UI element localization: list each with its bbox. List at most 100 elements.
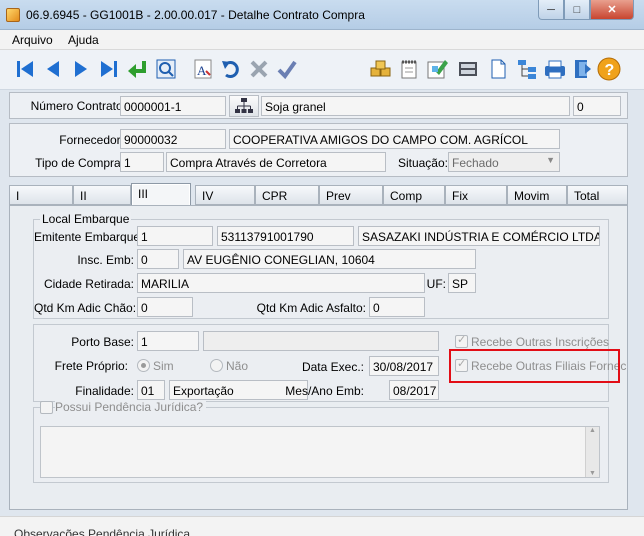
toolbar: A ?: [0, 50, 644, 90]
menu-ajuda[interactable]: Ajuda: [68, 33, 99, 47]
insc-emb-field[interactable]: 0: [137, 249, 179, 269]
tab-ii[interactable]: II: [73, 185, 131, 205]
mes-ano-label: Mes/Ano Emb:: [285, 384, 364, 398]
close-button[interactable]: ✕: [590, 0, 634, 20]
edit-icon[interactable]: [424, 56, 450, 82]
emitente-code-field[interactable]: 1: [137, 226, 213, 246]
data-exec-field[interactable]: 30/08/2017: [369, 356, 439, 376]
frete-sim-radio[interactable]: [137, 359, 150, 372]
pendencia-checkbox[interactable]: [40, 401, 53, 414]
help-icon[interactable]: ?: [596, 56, 622, 82]
pendencia-group: Possui Pendência Jurídica? ▲ ▼: [33, 400, 609, 483]
tab-fix[interactable]: Fix: [445, 185, 507, 205]
recebe-inscricoes-checkbox[interactable]: [455, 333, 468, 348]
uf-label: UF:: [426, 277, 446, 291]
tab-prev[interactable]: Prev: [319, 185, 383, 205]
svg-text:A: A: [197, 63, 207, 78]
status-text: Observações Pendência Jurídica: [14, 527, 191, 536]
mes-ano-field[interactable]: 08/2017: [389, 380, 439, 400]
insc-emb-label: Insc. Emb:: [77, 253, 134, 267]
tipo-compra-code-field[interactable]: 1: [120, 152, 164, 172]
tab-comp[interactable]: Comp: [383, 185, 445, 205]
goto-icon[interactable]: [125, 56, 151, 82]
frete-nao-radio[interactable]: [210, 359, 223, 372]
prev-icon[interactable]: [40, 56, 66, 82]
scrollbar[interactable]: ▲ ▼: [585, 427, 599, 477]
data-exec-label: Data Exec.:: [301, 360, 364, 374]
porto-code-field[interactable]: 1: [137, 331, 199, 351]
app-icon: [6, 8, 20, 22]
tab-movim[interactable]: Movim: [507, 185, 567, 205]
font-icon[interactable]: A: [190, 56, 216, 82]
document-icon[interactable]: [485, 56, 511, 82]
first-icon[interactable]: [12, 56, 38, 82]
scroll-up-icon[interactable]: ▲: [589, 427, 596, 434]
frete-proprio-label: Frete Próprio:: [54, 359, 128, 373]
contract-number-field[interactable]: 0000001-1: [120, 96, 226, 116]
porto-desc-field[interactable]: [203, 331, 439, 351]
chevron-down-icon: ▼: [546, 155, 555, 165]
version-field[interactable]: 0: [573, 96, 621, 116]
emitente-name-field[interactable]: SASAZAKI INDÚSTRIA E COMÉRCIO LTDA AÇÃO: [358, 226, 600, 246]
device-icon[interactable]: [455, 56, 481, 82]
print-icon[interactable]: [542, 56, 568, 82]
cidade-field[interactable]: MARILIA: [137, 273, 425, 293]
exit-icon[interactable]: [569, 56, 595, 82]
menu-arquivo[interactable]: Arquivo: [12, 33, 53, 47]
fornecedor-name-field[interactable]: COOPERATIVA AMIGOS DO CAMPO COM. AGRÍCOL: [229, 129, 560, 149]
finalidade-label: Finalidade:: [75, 384, 134, 398]
tab-iv[interactable]: IV: [195, 185, 255, 205]
km-chao-label: Qtd Km Adic Chão:: [34, 301, 137, 315]
cidade-label: Cidade Retirada:: [43, 277, 134, 291]
tipo-compra-label: Tipo de Compra:: [35, 156, 124, 170]
km-chao-field[interactable]: 0: [137, 297, 193, 317]
local-embarque-group: Local Embarque Emitente Embarque: 1 5311…: [33, 212, 609, 319]
maximize-button[interactable]: □: [564, 0, 590, 20]
tab-i[interactable]: I: [9, 185, 73, 205]
search-icon[interactable]: [153, 56, 179, 82]
scroll-down-icon[interactable]: ▼: [589, 470, 596, 477]
endereco-field[interactable]: AV EUGÊNIO CONEGLIAN, 10604: [183, 249, 476, 269]
menu-bar: Arquivo Ajuda: [0, 30, 644, 50]
tab-cpr[interactable]: CPR: [255, 185, 319, 205]
situacao-select[interactable]: Fechado ▼: [448, 152, 560, 172]
last-icon[interactable]: [96, 56, 122, 82]
notepad-icon[interactable]: [396, 56, 422, 82]
hierarchy-button[interactable]: [229, 95, 259, 117]
fornecedor-label: Fornecedor:: [59, 133, 124, 147]
supplier-panel: Fornecedor: 90000032 COOPERATIVA AMIGOS …: [9, 123, 628, 177]
frete-nao-label: Não: [226, 359, 249, 373]
tipo-compra-desc-field[interactable]: Compra Através de Corretora: [166, 152, 386, 172]
title-bar: 06.9.6945 - GG1001B - 2.00.00.017 - Deta…: [0, 0, 644, 30]
cancel-icon[interactable]: [246, 56, 272, 82]
km-asfalto-label: Qtd Km Adic Asfalto:: [256, 301, 366, 315]
pendencia-textarea[interactable]: ▲ ▼: [40, 426, 600, 478]
window-title: 06.9.6945 - GG1001B - 2.00.00.017 - Deta…: [26, 8, 365, 22]
hierarchy-icon: [235, 98, 253, 113]
situacao-label: Situação:: [397, 156, 448, 170]
next-icon[interactable]: [68, 56, 94, 82]
tab-iii[interactable]: III: [131, 183, 191, 207]
porto-base-label: Porto Base:: [71, 335, 134, 349]
frete-sim-label: Sim: [153, 359, 174, 373]
window-controls: ─ □ ✕: [538, 0, 634, 20]
minimize-button[interactable]: ─: [538, 0, 564, 20]
emitente-cnpj-field[interactable]: 53113791001790: [217, 226, 354, 246]
contract-header-panel: Número Contrato: 0000001-1 Soja granel 0: [9, 92, 628, 119]
tab-total[interactable]: Total: [567, 185, 628, 205]
recebe-inscricoes-label: Recebe Outras Inscrições: [471, 335, 610, 349]
tree-icon[interactable]: [514, 56, 540, 82]
status-bar: Observações Pendência Jurídica: [0, 516, 644, 536]
situacao-value: Fechado: [452, 156, 499, 170]
stack-icon[interactable]: [368, 56, 394, 82]
emitente-label: Emitente Embarque:: [34, 230, 144, 244]
confirm-icon[interactable]: [274, 56, 300, 82]
fornecedor-code-field[interactable]: 90000032: [120, 129, 226, 149]
svg-text:?: ?: [605, 62, 615, 79]
contract-number-label: Número Contrato:: [30, 99, 126, 113]
finalidade-code-field[interactable]: 01: [137, 380, 165, 400]
km-asfalto-field[interactable]: 0: [369, 297, 425, 317]
uf-field[interactable]: SP: [448, 273, 476, 293]
product-field[interactable]: Soja granel: [261, 96, 570, 116]
undo-icon[interactable]: [218, 56, 244, 82]
